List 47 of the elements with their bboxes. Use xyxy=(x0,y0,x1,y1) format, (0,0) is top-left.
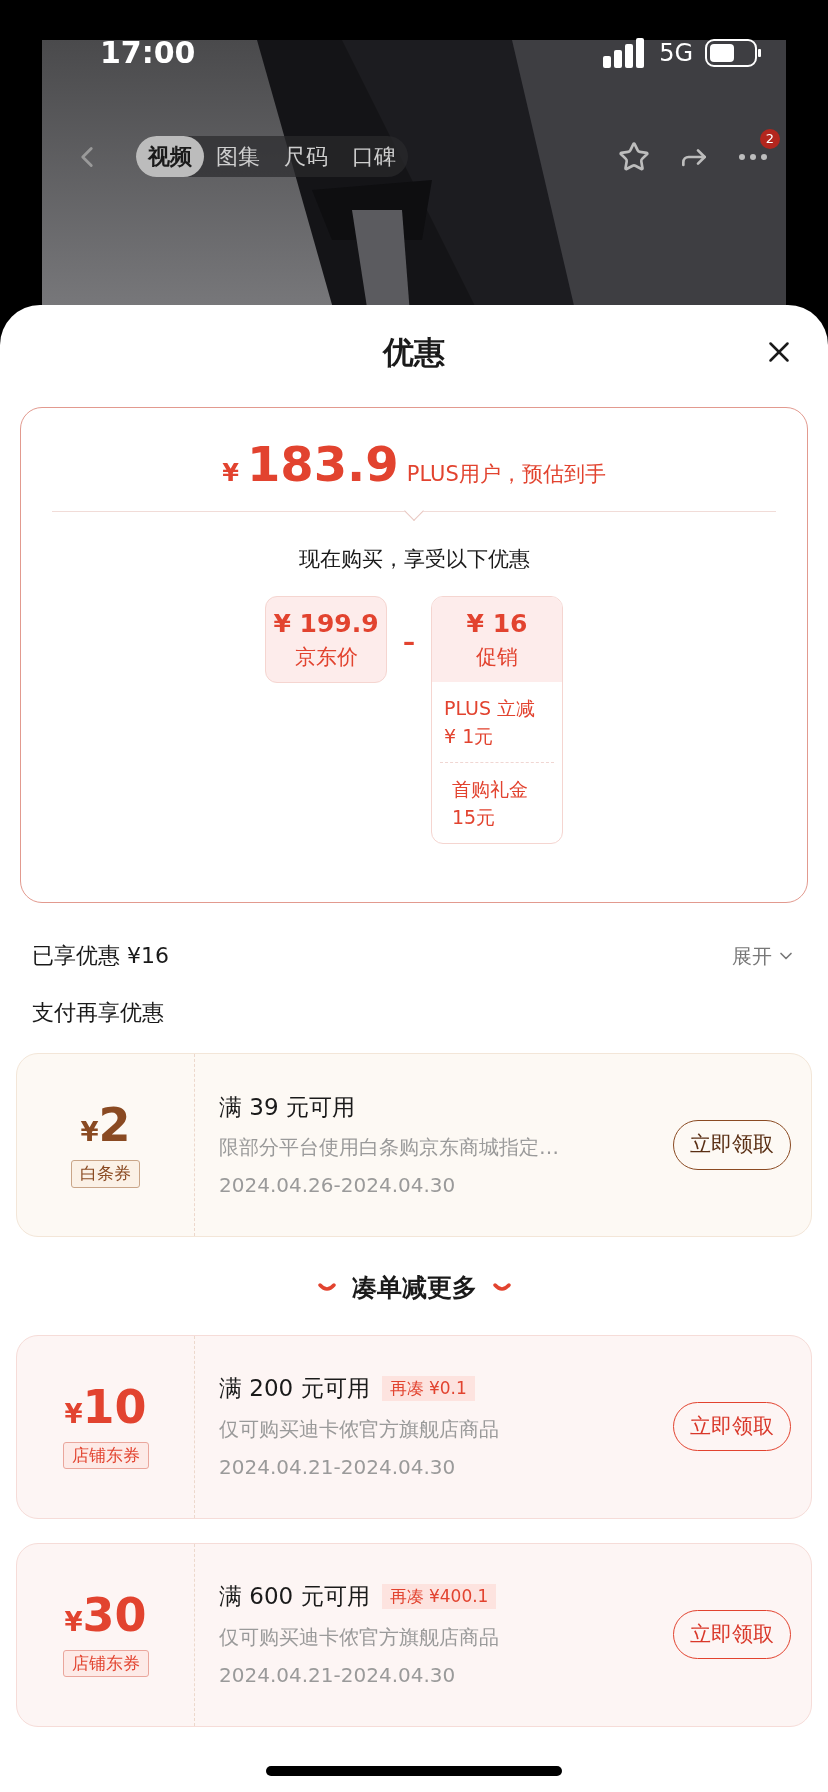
coupon-validity: 2024.04.21-2024.04.30 xyxy=(219,1661,457,1689)
section-title: 支付再享优惠 xyxy=(31,999,165,1027)
smile-icon xyxy=(317,1282,336,1293)
saved-discount: 已享优惠 ¥16 xyxy=(32,942,169,970)
minus-sign: – xyxy=(403,626,415,658)
promotion-detail: 首购礼金 xyxy=(452,776,529,802)
coupon-condition: 满 39 元可用 xyxy=(219,1092,355,1122)
estimated-price: 183.9 xyxy=(246,440,399,488)
coupon-validity: 2024.04.21-2024.04.30 xyxy=(219,1453,457,1481)
favorite-icon[interactable] xyxy=(618,140,650,173)
coupon-amount: ¥10 xyxy=(64,1383,147,1434)
list-price-label: 京东价 xyxy=(294,644,358,671)
shortfall-tag: 再凑 ¥0.1 xyxy=(381,1375,475,1402)
coupon-amount: ¥2 xyxy=(80,1102,131,1153)
network-label: 5G xyxy=(659,37,693,69)
list-price: ¥ 199.9 xyxy=(273,607,379,640)
media-tab[interactable]: 口碑 xyxy=(340,136,408,177)
section-title: 凑单减更多 xyxy=(351,1272,477,1304)
coupon-description: 限部分平台使用白条购京东商城指定… xyxy=(219,1134,560,1162)
shortfall-tag: 再凑 ¥400.1 xyxy=(381,1583,497,1610)
promotion-detail: ¥ 1元 xyxy=(444,723,495,749)
coupon-amount: ¥30 xyxy=(64,1591,147,1642)
media-tab[interactable]: 图集 xyxy=(204,136,272,177)
coupon-condition: 满 600 元可用 xyxy=(219,1582,370,1612)
sheet-title: 优惠 xyxy=(383,332,445,372)
expand-toggle[interactable]: 展开 xyxy=(732,940,796,971)
promotion-amount: ¥ 16 xyxy=(466,607,528,640)
promotion-detail: PLUS 立减 xyxy=(444,695,537,721)
coupon-tag: 店铺东券 xyxy=(62,1441,149,1470)
media-tab[interactable]: 视频 xyxy=(136,136,204,177)
coupon-condition: 满 200 元可用 xyxy=(219,1374,370,1404)
coupon-validity: 2024.04.26-2024.04.30 xyxy=(219,1172,457,1200)
battery-icon xyxy=(705,38,763,67)
coupon-tag: 店铺东券 xyxy=(62,1649,149,1678)
coupon-description: 仅可购买迪卡侬官方旗舰店商品 xyxy=(219,1415,500,1443)
price-note: PLUS用户，预估到手 xyxy=(406,461,606,488)
more-icon[interactable] xyxy=(738,152,768,161)
coupon-tag: 白条券 xyxy=(71,1160,140,1188)
status-time: 17:00 xyxy=(100,34,196,72)
smile-icon xyxy=(492,1282,511,1293)
claim-button[interactable]: 立即领取 xyxy=(673,1120,791,1170)
currency-symbol: ¥ xyxy=(222,458,239,489)
coupon-description: 仅可购买迪卡侬官方旗舰店商品 xyxy=(219,1623,500,1651)
promotion-detail: 15元 xyxy=(452,804,497,830)
offer-subtitle: 现在购买，享受以下优惠 xyxy=(298,546,530,573)
promotion-label: 促销 xyxy=(476,644,518,671)
media-tab[interactable]: 尺码 xyxy=(272,136,340,177)
